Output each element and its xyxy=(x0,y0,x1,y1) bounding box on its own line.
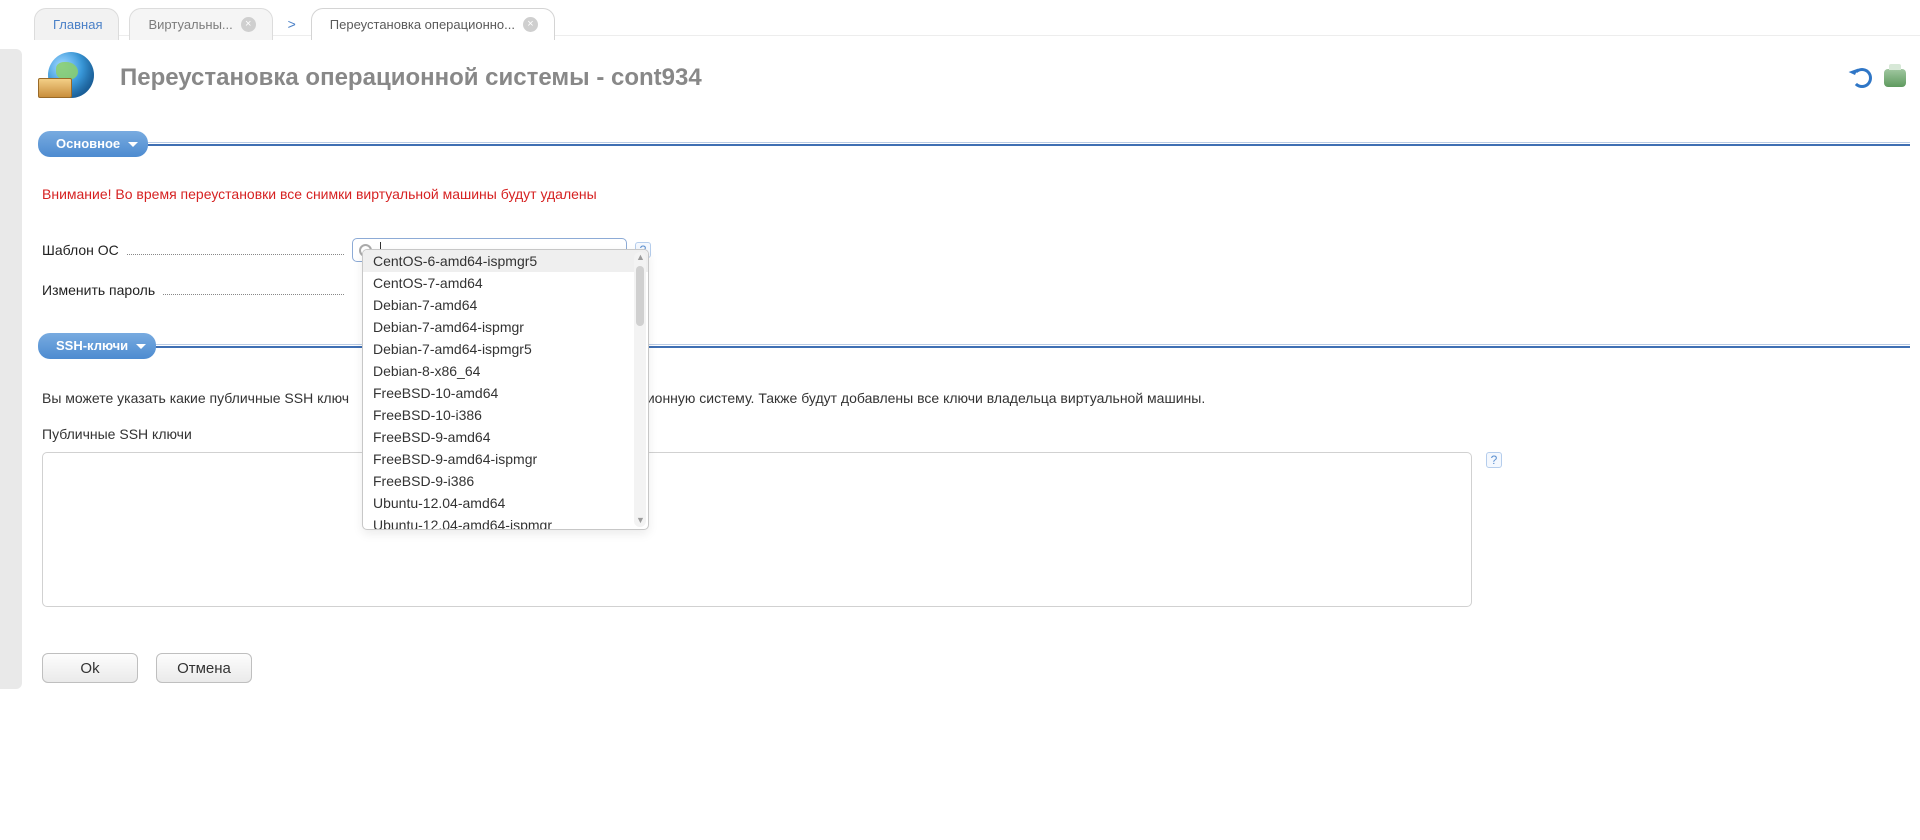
help-icon[interactable]: ? xyxy=(1486,452,1502,468)
ok-button[interactable]: Ok xyxy=(42,653,138,683)
os-option[interactable]: CentOS-7-amd64 xyxy=(363,272,648,294)
scrollbar[interactable]: ▲ ▼ xyxy=(634,252,646,527)
scroll-thumb[interactable] xyxy=(636,266,644,326)
scroll-up-icon[interactable]: ▲ xyxy=(636,252,644,264)
tab-vm-label: Виртуальны... xyxy=(148,17,232,32)
chevron-down-icon xyxy=(136,344,146,354)
close-icon[interactable]: × xyxy=(241,17,256,32)
section-ssh-pill[interactable]: SSH-ключи xyxy=(38,333,156,359)
os-option[interactable]: Ubuntu-12.04-amd64-ispmgr xyxy=(363,514,648,529)
label-change-password: Изменить пароль xyxy=(42,282,352,298)
button-row: Ok Отмена xyxy=(38,653,1910,683)
tab-bar: Главная Виртуальны... × > Переустановка … xyxy=(34,2,555,40)
section-divider xyxy=(140,142,1910,146)
row-change-password: Изменить пароль xyxy=(38,270,1910,310)
os-option[interactable]: FreeBSD-10-i386 xyxy=(363,404,648,426)
os-option[interactable]: FreeBSD-9-amd64-ispmgr xyxy=(363,448,648,470)
print-icon[interactable] xyxy=(1884,69,1906,87)
globe-box-icon xyxy=(38,52,102,104)
label-os-template: Шаблон ОС xyxy=(42,242,352,258)
os-option[interactable]: Debian-7-amd64 xyxy=(363,294,648,316)
close-icon[interactable]: × xyxy=(523,17,538,32)
breadcrumb-sep: > xyxy=(283,8,301,40)
row-os-template: Шаблон ОС ? xyxy=(38,230,1910,270)
tab-main[interactable]: Главная xyxy=(34,8,119,40)
page-header: Переустановка операционной системы - con… xyxy=(38,52,1910,104)
scroll-down-icon[interactable]: ▼ xyxy=(636,515,644,527)
section-main-header[interactable]: Основное xyxy=(38,130,1910,158)
refresh-icon[interactable] xyxy=(1852,68,1872,88)
section-main-label: Основное xyxy=(56,136,120,151)
os-option[interactable]: Debian-7-amd64-ispmgr xyxy=(363,316,648,338)
ssh-keys-textarea[interactable] xyxy=(42,452,1472,607)
tab-vm[interactable]: Виртуальны... × xyxy=(129,8,272,40)
os-template-dropdown[interactable]: CentOS-6-amd64-ispmgr5CentOS-7-amd64Debi… xyxy=(362,249,649,530)
section-ssh-label: SSH-ключи xyxy=(56,338,128,353)
tab-reinstall[interactable]: Переустановка операционно... × xyxy=(311,8,555,40)
ssh-description: Вы можете указать какие публичные SSH кл… xyxy=(42,390,1910,406)
os-option[interactable]: FreeBSD-9-amd64 xyxy=(363,426,648,448)
section-ssh-header[interactable]: SSH-ключи xyxy=(38,332,1910,360)
tab-reinstall-label: Переустановка операционно... xyxy=(330,17,515,32)
section-main-pill[interactable]: Основное xyxy=(38,131,148,157)
os-option[interactable]: FreeBSD-10-amd64 xyxy=(363,382,648,404)
page-title: Переустановка операционной системы - con… xyxy=(120,64,702,92)
chevron-down-icon xyxy=(128,142,138,152)
os-option[interactable]: Debian-7-amd64-ispmgr5 xyxy=(363,338,648,360)
warning-text: Внимание! Во время переустановки все сни… xyxy=(42,186,1910,202)
os-option[interactable]: FreeBSD-9-i386 xyxy=(363,470,648,492)
label-ssh-keys: Публичные SSH ключи xyxy=(42,426,1910,442)
left-gutter xyxy=(0,49,22,689)
os-option[interactable]: Debian-8-x86_64 xyxy=(363,360,648,382)
cancel-button[interactable]: Отмена xyxy=(156,653,252,683)
os-option[interactable]: Ubuntu-12.04-amd64 xyxy=(363,492,648,514)
os-option[interactable]: CentOS-6-amd64-ispmgr5 xyxy=(363,250,648,272)
tab-main-label: Главная xyxy=(53,17,102,32)
